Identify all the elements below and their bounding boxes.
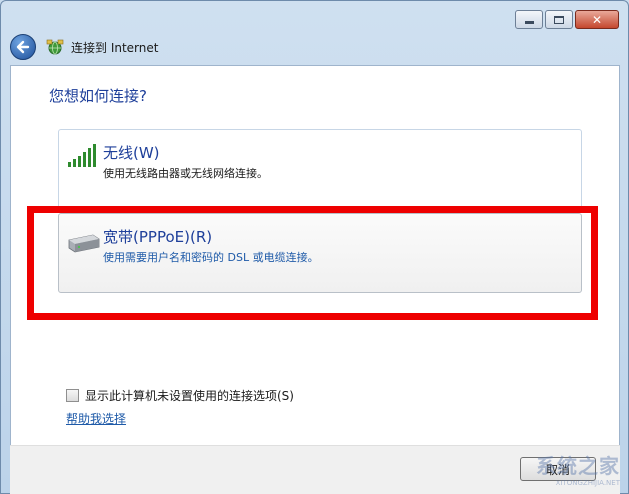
window-title: 连接到 Internet — [71, 40, 159, 55]
highlight-frame — [27, 206, 598, 320]
show-options-label: 显示此计算机未设置使用的连接选项(S) — [85, 389, 294, 403]
watermark-sub: XITONGZHIJIA.NET — [555, 479, 620, 487]
wizard-footer: 取消 — [10, 445, 620, 494]
network-globe-icon — [46, 38, 64, 56]
maximize-button[interactable] — [545, 10, 573, 29]
site-watermark: 系统之家 XITONGZHIJIA.NET — [536, 450, 620, 487]
watermark-text: 系统之家 — [536, 454, 620, 478]
close-icon: ✕ — [591, 12, 603, 27]
show-options-checkbox[interactable] — [66, 389, 79, 402]
page-heading: 您想如何连接? — [49, 87, 147, 105]
help-me-choose-link[interactable]: 帮助我选择 — [66, 410, 126, 427]
show-unconfigured-options[interactable]: 显示此计算机未设置使用的连接选项(S) — [66, 387, 294, 404]
back-arrow-icon — [16, 40, 30, 54]
minimize-icon — [524, 21, 534, 24]
minimize-button[interactable] — [515, 10, 543, 29]
option-wireless-title: 无线(W) — [103, 144, 160, 162]
wizard-navbar: 连接到 Internet — [10, 33, 158, 61]
option-wireless-desc: 使用无线路由器或无线网络连接。 — [103, 167, 268, 180]
wizard-window: ✕ 连接到 Internet 您想如何连接? 无线(W) 使用无线路由器或无线网… — [0, 0, 629, 494]
caption-buttons: ✕ — [515, 10, 619, 29]
close-button[interactable]: ✕ — [575, 10, 619, 29]
option-wireless[interactable]: 无线(W) 使用无线路由器或无线网络连接。 — [58, 129, 582, 209]
back-button[interactable] — [10, 34, 36, 60]
signal-bars-icon — [67, 144, 99, 172]
maximize-icon — [554, 15, 564, 24]
